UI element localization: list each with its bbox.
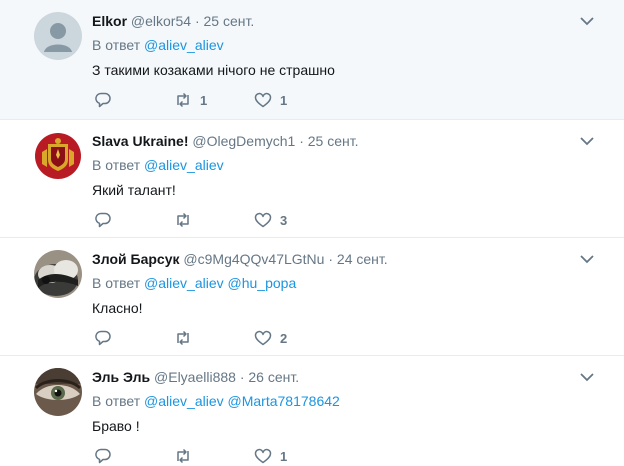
user-handle[interactable]: @c9Mg4QQv47LGtNu [183,251,324,267]
retweet-button[interactable]: 1 [174,90,207,110]
user-name[interactable]: Slava Ukraine! [92,133,189,149]
tweet-text: З такими козаками нічого не страшно [92,62,335,78]
like-button[interactable]: 1 [254,446,287,466]
separator: · [299,133,304,149]
retweet-button[interactable] [174,328,200,348]
reply-icon [95,212,111,228]
tweet[interactable]: Эль Эль @Elyaelli888 · 26 сент. В ответ … [0,356,624,464]
retweet-button[interactable] [174,210,200,230]
tweet[interactable]: Elkor @elkor54 · 25 сент. В ответ @aliev… [0,0,624,120]
reply-context: В ответ @aliev_aliev [92,36,224,54]
heart-icon [254,330,272,346]
reply-button[interactable] [94,90,112,110]
like-count: 3 [280,212,288,228]
chevron-down-icon [580,137,594,146]
reply-button[interactable] [94,446,112,466]
user-name[interactable]: Злой Барсук [92,251,180,267]
mention-link[interactable]: @aliev_aliev [144,393,224,409]
reply-icon [95,92,111,108]
more-options-button[interactable] [580,136,594,146]
avatar[interactable] [34,250,82,298]
reply-context: В ответ @aliev_aliev [92,156,224,174]
user-name[interactable]: Эль Эль [92,369,150,385]
user-handle[interactable]: @Elyaelli888 [154,369,236,385]
separator: · [239,369,245,385]
eye-photo-icon [34,368,82,416]
heart-icon [254,448,272,464]
tweet[interactable]: Злой Барсук @c9Mg4QQv47LGtNu · 24 сент. … [0,238,624,356]
tweet[interactable]: Slava Ukraine! @OlegDemych1 · 25 сент. В… [0,120,624,238]
default-avatar-icon [34,12,82,60]
timestamp[interactable]: 25 сент. [308,133,359,149]
like-count: 1 [280,448,288,464]
tweet-text: Браво ! [92,418,140,434]
reply-prefix: В ответ [92,393,141,409]
mention-link[interactable]: @aliev_aliev [144,37,224,53]
avatar[interactable] [34,12,82,60]
tweet-actions: 1 1 [92,90,392,110]
retweet-count: 1 [200,92,208,108]
separator: · [328,251,334,267]
coat-of-arms-icon [34,132,82,180]
retweet-icon [177,448,189,464]
heart-icon [254,212,272,228]
mention-link[interactable]: @hu_popa [228,275,297,291]
chevron-down-icon [580,255,594,264]
like-button[interactable]: 1 [254,90,287,110]
tweet-header: Злой Барсук @c9Mg4QQv47LGtNu · 24 сент. [92,250,388,268]
like-button[interactable]: 3 [254,210,287,230]
tweet-actions: 1 [92,446,392,466]
tweet-header: Elkor @elkor54 · 25 сент. [92,12,254,30]
timestamp[interactable]: 25 сент. [204,13,255,29]
reply-icon [95,448,111,464]
tweet-actions: 2 [92,328,392,348]
retweet-icon [177,92,189,108]
reply-context: В ответ @aliev_aliev @hu_popa [92,274,296,292]
like-count: 1 [280,92,288,108]
more-options-button[interactable] [580,372,594,382]
retweet-icon [177,330,189,346]
chevron-down-icon [580,373,594,382]
badger-photo-icon [34,250,82,298]
avatar[interactable] [34,368,82,416]
avatar[interactable] [34,132,82,180]
user-handle[interactable]: @OlegDemych1 [192,133,295,149]
more-options-button[interactable] [580,16,594,26]
reply-prefix: В ответ [92,275,141,291]
mention-link[interactable]: @Marta78178642 [228,393,340,409]
retweet-icon [177,212,189,228]
tweet-header: Slava Ukraine! @OlegDemych1 · 25 сент. [92,132,359,150]
user-name[interactable]: Elkor [92,13,127,29]
mention-link[interactable]: @aliev_aliev [144,275,224,291]
reply-prefix: В ответ [92,37,141,53]
tweet-text: Класно! [92,300,143,316]
tweet-text: Який талант! [92,182,176,198]
like-button[interactable]: 2 [254,328,287,348]
user-handle[interactable]: @elkor54 [131,13,191,29]
timestamp[interactable]: 26 сент. [248,369,299,385]
reply-button[interactable] [94,328,112,348]
chevron-down-icon [580,17,594,26]
tweet-actions: 3 [92,210,392,230]
reply-icon [95,330,111,346]
like-count: 2 [280,330,288,346]
more-options-button[interactable] [580,254,594,264]
tweet-header: Эль Эль @Elyaelli888 · 26 сент. [92,368,299,386]
timestamp[interactable]: 24 сент. [337,251,388,267]
mention-link[interactable]: @aliev_aliev [144,157,224,173]
reply-prefix: В ответ [92,157,141,173]
reply-button[interactable] [94,210,112,230]
reply-context: В ответ @aliev_aliev @Marta78178642 [92,392,340,410]
retweet-button[interactable] [174,446,200,466]
separator: · [194,13,200,29]
heart-icon [254,92,272,108]
